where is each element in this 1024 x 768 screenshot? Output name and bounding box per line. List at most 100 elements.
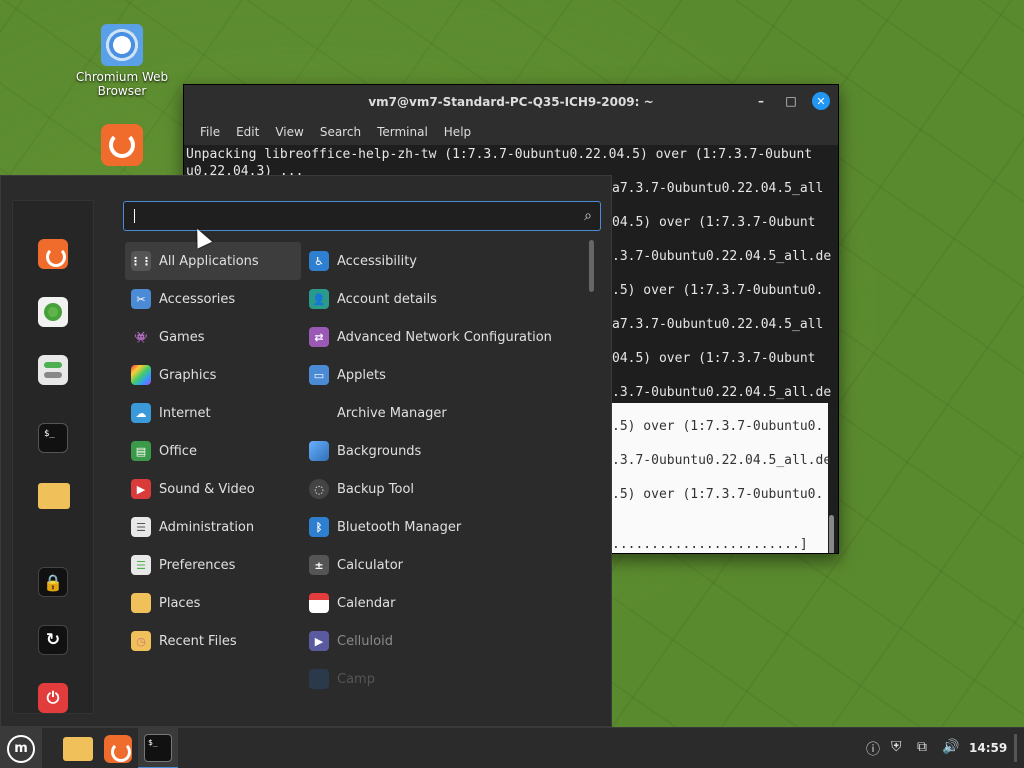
desktop-icon-firefox[interactable] (72, 124, 172, 170)
window-title: vm7@vm7-Standard-PC-Q35-ICH9-2009: ~ (368, 95, 654, 109)
app-label: Advanced Network Configuration (337, 329, 552, 345)
category-label: Office (159, 443, 197, 459)
app-account-details[interactable]: 👤 Account details (303, 280, 593, 318)
app-calendar[interactable]: Calendar (303, 584, 593, 622)
category-office[interactable]: ▤ Office (125, 432, 301, 470)
volume-icon[interactable]: 🔊 (942, 739, 959, 755)
terminal-icon: $_ (144, 733, 172, 762)
folder-clock-icon: ◷ (131, 631, 151, 651)
celluloid-icon: ▶ (309, 631, 329, 651)
category-label: Sound & Video (159, 481, 255, 497)
menu-terminal[interactable]: Terminal (369, 125, 436, 139)
app-label: Camp (337, 671, 375, 687)
network-icon: ⇄ (309, 327, 329, 347)
terminal-line: .5) over (1:7.3.7-0ubuntu0. (612, 487, 824, 502)
update-manager-icon[interactable]: ⓘ (866, 739, 880, 759)
accessibility-icon: ♿ (309, 251, 329, 271)
software-manager-icon[interactable] (38, 297, 68, 327)
scissors-icon: ✂ (131, 289, 151, 309)
category-all-applications[interactable]: ⋮⋮ All Applications (125, 242, 301, 280)
terminal-line: .5) over (1:7.3.7-0ubuntu0. (612, 419, 824, 434)
lock-screen-icon[interactable]: 🔒 (38, 567, 68, 597)
category-places[interactable]: Places (125, 584, 301, 622)
toggles-icon: ☰ (131, 517, 151, 537)
shield-icon[interactable]: ⛨ (891, 739, 902, 755)
terminal-titlebar[interactable]: vm7@vm7-Standard-PC-Q35-ICH9-2009: ~ – □… (184, 85, 838, 119)
backup-icon: ◌ (309, 479, 329, 499)
show-desktop-button[interactable] (1014, 734, 1017, 762)
camera-icon (309, 669, 329, 689)
applets-icon: ▭ (309, 365, 329, 385)
app-advanced-network-configuration[interactable]: ⇄ Advanced Network Configuration (303, 318, 593, 356)
taskbar-files[interactable] (60, 728, 96, 768)
maximize-button[interactable]: □ (782, 92, 800, 110)
category-preferences[interactable]: ☰ Preferences (125, 546, 301, 584)
network-icon[interactable]: ⧉ (917, 739, 927, 755)
linux-mint-logo-icon: m (7, 734, 35, 763)
terminal-line: Unpacking libreoffice-help-zh-tw (1:7.3.… (186, 147, 813, 162)
app-calculator[interactable]: ± Calculator (303, 546, 593, 584)
terminal-icon[interactable]: $_ (38, 423, 68, 453)
backgrounds-icon (309, 441, 329, 461)
category-label: All Applications (159, 253, 259, 269)
app-bluetooth-manager[interactable]: ᛒ Bluetooth Manager (303, 508, 593, 546)
logout-icon[interactable]: ↻ (38, 625, 68, 655)
folder-icon (63, 736, 93, 761)
category-internet[interactable]: ☁ Internet (125, 394, 301, 432)
category-sound-video[interactable]: ▶ Sound & Video (125, 470, 301, 508)
app-label: Archive Manager (337, 405, 447, 421)
archive-icon (309, 403, 329, 423)
category-graphics[interactable]: Graphics (125, 356, 301, 394)
cloud-icon: ☁ (131, 403, 151, 423)
minimize-button[interactable]: – (752, 92, 770, 110)
firefox-icon[interactable] (38, 239, 68, 269)
app-label: Applets (337, 367, 386, 383)
search-icon: ⌕ (584, 208, 592, 224)
app-accessibility[interactable]: ♿ Accessibility (303, 242, 593, 280)
play-icon: ▶ (131, 479, 151, 499)
folder-icon[interactable] (38, 483, 70, 509)
terminal-line: a7.3.7-0ubuntu0.22.04.5_all (612, 181, 824, 196)
app-label: Backgrounds (337, 443, 422, 459)
app-celluloid[interactable]: ▶ Celluloid (303, 622, 593, 660)
toggles-icon: ☰ (131, 555, 151, 575)
application-list: ♿ Accessibility 👤 Account details ⇄ Adva… (303, 242, 593, 698)
taskbar: m $_ ⓘ ⛨ ⧉ 🔊 14:59 (0, 727, 1024, 768)
desktop-icon-label: Chromium Web Browser (75, 70, 169, 98)
category-games[interactable]: 👾 Games (125, 318, 301, 356)
gamepad-icon: 👾 (131, 327, 151, 347)
terminal-scrollbar[interactable] (829, 515, 834, 553)
grid-icon: ⋮⋮ (130, 251, 152, 271)
power-icon[interactable]: ⏻ (38, 683, 68, 713)
search-input[interactable]: ⌕ (123, 201, 601, 231)
taskbar-firefox[interactable] (100, 728, 136, 768)
app-applets[interactable]: ▭ Applets (303, 356, 593, 394)
app-camp[interactable]: Camp (303, 660, 593, 698)
close-button[interactable]: ✕ (812, 92, 830, 110)
category-recent-files[interactable]: ◷ Recent Files (125, 622, 301, 660)
menu-file[interactable]: File (192, 125, 228, 139)
menu-help[interactable]: Help (436, 125, 479, 139)
menu-view[interactable]: View (267, 125, 311, 139)
app-backgrounds[interactable]: Backgrounds (303, 432, 593, 470)
document-icon: ▤ (131, 441, 151, 461)
terminal-line: ........................] (612, 537, 808, 552)
app-archive-manager[interactable]: Archive Manager (303, 394, 593, 432)
menu-edit[interactable]: Edit (228, 125, 267, 139)
category-label: Internet (159, 405, 211, 421)
category-accessories[interactable]: ✂ Accessories (125, 280, 301, 318)
terminal-progress-area: .5) over (1:7.3.7-0ubuntu0. .3.7-0ubuntu… (612, 403, 831, 553)
category-administration[interactable]: ☰ Administration (125, 508, 301, 546)
firefox-icon (104, 734, 132, 763)
app-backup-tool[interactable]: ◌ Backup Tool (303, 470, 593, 508)
app-label: Backup Tool (337, 481, 415, 497)
system-settings-icon[interactable] (38, 355, 68, 385)
clock[interactable]: 14:59 (969, 741, 1007, 755)
taskbar-terminal[interactable]: $_ (138, 728, 178, 768)
menu-search[interactable]: Search (312, 125, 369, 139)
menu-scrollbar[interactable] (589, 240, 594, 292)
folder-icon (131, 593, 151, 613)
category-label: Recent Files (159, 633, 237, 649)
desktop-icon-chromium[interactable]: Chromium Web Browser (72, 24, 172, 98)
menu-button[interactable]: m (0, 728, 42, 768)
